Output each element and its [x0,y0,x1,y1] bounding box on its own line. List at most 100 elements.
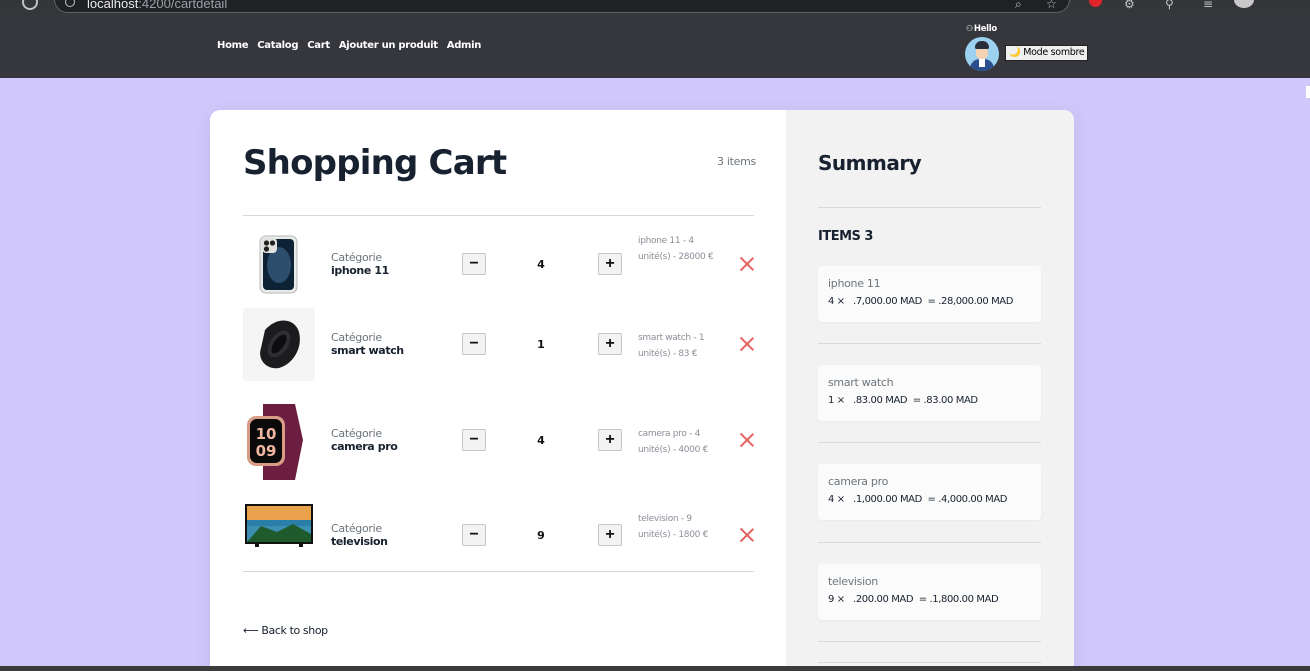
increase-quantity-button[interactable]: + [598,333,622,355]
smartwatch-illustration: 10 09 [247,404,303,480]
iphone-illustration [259,235,298,294]
extension-red-icon[interactable] [1089,0,1102,7]
bookmark-star-icon[interactable]: ☆ [1046,0,1057,11]
summary-line-name: smart watch [828,376,894,389]
cart-row: Catégorie television − 9 + television - … [243,500,754,550]
category-label: Catégorie [331,331,382,344]
cart-row: Catégorie iphone 11 − 4 + iphone 11 - 4 … [243,235,754,295]
summary-line: camera pro 4 × .1,000.00 MAD = .4,000.00… [818,464,1041,520]
svg-text:10: 10 [256,425,277,443]
address-bar[interactable]: localhost:4200/cartdetail [54,0,1070,13]
cart-row: 10 09 Catégorie camera pro − 4 + camera … [243,400,754,484]
product-name: television [331,535,388,548]
nav-admin-link[interactable]: Admin [447,40,482,51]
zoom-icon[interactable]: ⌕ [1015,0,1022,12]
quantity-value: 1 [537,338,545,351]
increase-quantity-button[interactable]: + [598,253,622,275]
category-label: Catégorie [331,427,382,440]
back-to-shop-link[interactable]: ⟵ Back to shop [243,624,328,637]
profile-icon[interactable] [1234,0,1254,8]
decrease-quantity-button[interactable]: − [462,333,486,355]
line-detail: television - 9 unité(s) - 1800 € [638,514,709,540]
sidebar-tool-icon[interactable]: ⚲ [1165,0,1174,11]
product-name: camera pro [331,440,398,453]
summary-line-name: camera pro [828,475,889,488]
summary-line-calc: 9 × .200.00 MAD = .1,800.00 MAD [828,594,999,605]
divider [818,641,1041,642]
url-path: :4200/cartdetail [138,0,228,11]
summary-line-calc: 1 × .83.00 MAD = .83.00 MAD [828,395,978,406]
quantity-value: 4 [537,258,545,271]
reload-icon[interactable] [22,0,38,10]
summary-line-calc: 4 × .1,000.00 MAD = .4,000.00 MAD [828,494,1008,505]
greeting-text: Hello [973,24,997,34]
url-host: localhost [87,0,139,11]
increase-quantity-button[interactable]: + [598,429,622,451]
nav-catalog-link[interactable]: Catalog [257,40,298,51]
quantity-value: 4 [537,434,545,447]
address-text[interactable]: localhost:4200/cartdetail [87,0,227,11]
divider [818,662,1041,663]
divider [818,207,1041,208]
greeting: ⚇Hello [966,24,997,34]
product-image-camera-pro: 10 09 [243,400,315,484]
summary-title: Summary [818,151,922,175]
avatar-collar [979,59,985,67]
line-detail: smart watch - 1 unité(s) - 83 € [638,333,705,359]
nav-home-link[interactable]: Home [217,40,249,51]
reading-list-icon[interactable]: ≡ [1203,0,1213,11]
product-name: smart watch [331,344,404,357]
product-image-smart-watch [243,308,315,381]
nav-cart-link[interactable]: Cart [307,40,330,51]
summary-line: smart watch 1 × .83.00 MAD = .83.00 MAD [818,365,1041,421]
divider [818,343,1041,344]
arrow-left-icon: ⟵ [243,624,259,637]
category-label: Catégorie [331,522,382,535]
remove-item-icon[interactable] [739,432,755,448]
cart-card: Shopping Cart 3 items Catégorie iphone 1… [210,110,1074,671]
navbar: Home Catalog Cart Ajouter un produit Adm… [0,14,1310,78]
category-label: Catégorie [331,251,382,264]
summary-line-name: television [828,575,878,588]
remove-item-icon[interactable] [739,256,755,272]
taskbar-edge [0,666,1310,671]
divider [818,542,1041,543]
decrease-quantity-button[interactable]: − [462,524,486,546]
remove-item-icon[interactable] [739,527,755,543]
divider [243,215,754,216]
line-detail: iphone 11 - 4 unité(s) - 28000 € [638,236,714,262]
page-title: Shopping Cart [243,143,507,183]
decrease-quantity-button[interactable]: − [462,253,486,275]
cart-row: Catégorie smart watch − 1 + smart watch … [243,308,754,381]
cart-item-count: 3 items [717,155,756,168]
divider [818,442,1041,443]
dark-mode-toggle-button[interactable]: 🌙 Mode sombre [1005,45,1089,61]
summary-items-count: ITEMS 3 [818,229,873,244]
scrollbar[interactable] [1306,86,1310,98]
nav-links: Home Catalog Cart Ajouter un produit Adm… [217,40,490,51]
back-link-label: Back to shop [261,624,328,637]
product-image-iphone [243,235,315,295]
avatar[interactable] [965,37,999,71]
summary-line: iphone 11 4 × .7,000.00 MAD = .28,000.00… [818,266,1041,322]
tv-illustration [245,504,313,547]
product-image-television [243,502,315,548]
fitness-band-illustration [260,320,300,369]
divider [243,571,754,572]
quantity-value: 9 [537,529,545,542]
increase-quantity-button[interactable]: + [598,524,622,546]
nav-add-product-link[interactable]: Ajouter un produit [339,40,438,51]
svg-text:09: 09 [256,442,277,460]
summary-panel: Summary ITEMS 3 iphone 11 4 × .7,000.00 … [786,110,1074,671]
cart-panel: Shopping Cart 3 items Catégorie iphone 1… [210,110,786,671]
browser-toolbar: localhost:4200/cartdetail ⌕ ☆ ⚙ ⚲ ≡ [0,0,1310,14]
summary-line: television 9 × .200.00 MAD = .1,800.00 M… [818,564,1041,620]
decrease-quantity-button[interactable]: − [462,429,486,451]
extension-icon[interactable]: ⚙ [1124,0,1135,11]
site-info-icon[interactable] [65,0,75,7]
summary-line-name: iphone 11 [828,277,881,290]
product-name: iphone 11 [331,264,389,277]
remove-item-icon[interactable] [739,336,755,352]
user-icon: ⚇ [966,24,973,33]
avatar-hair [975,41,989,49]
